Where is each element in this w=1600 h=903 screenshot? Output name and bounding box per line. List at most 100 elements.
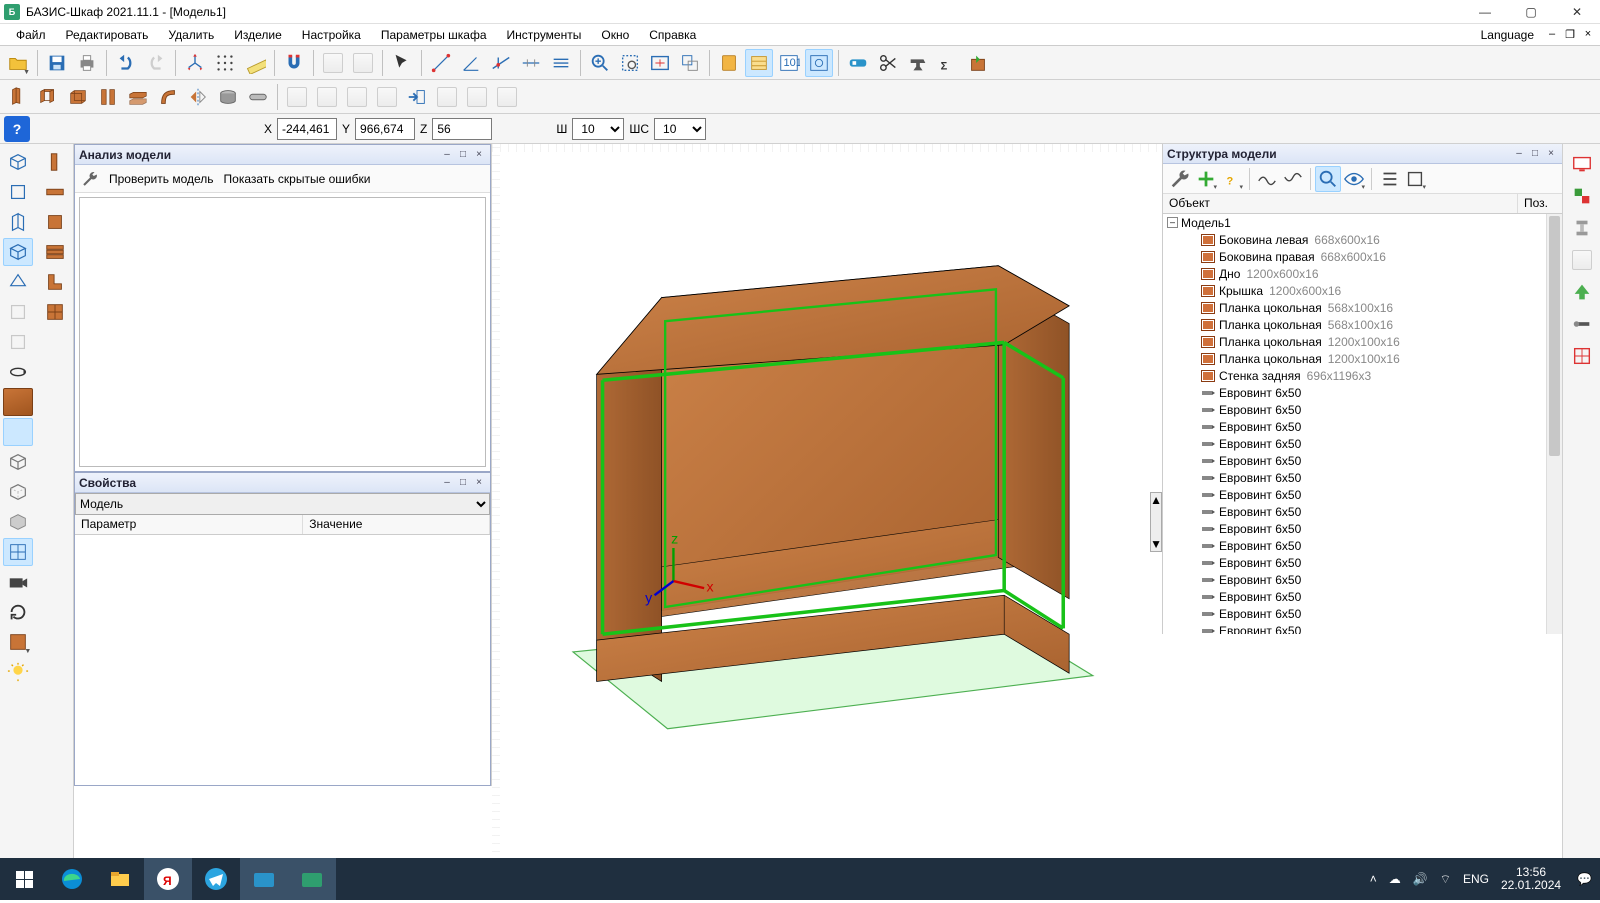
divide-tool-icon[interactable] (517, 49, 545, 77)
parallel-tool-icon[interactable] (547, 49, 575, 77)
props-selector[interactable]: Модель (75, 493, 490, 515)
tree-screw-row[interactable]: Евровинт 6x50 (1163, 401, 1562, 418)
task-yandex[interactable]: Я (144, 858, 192, 900)
open-button[interactable]: ▼ (4, 49, 32, 77)
tree-screw-row[interactable]: Евровинт 6x50 (1163, 503, 1562, 520)
tree-scrollbar[interactable] (1546, 214, 1562, 634)
panel-max-icon[interactable]: □ (456, 476, 470, 490)
tray-cloud-icon[interactable]: ☁ (1389, 872, 1401, 886)
print-button[interactable] (73, 49, 101, 77)
panel-side-icon[interactable] (4, 83, 32, 111)
panel-vertical-pair-icon[interactable] (94, 83, 122, 111)
panel-max-icon[interactable]: □ (1528, 147, 1542, 161)
viewport-3d[interactable]: z x y ▲▼ Модель1 (492, 144, 1162, 900)
scissors-icon[interactable] (874, 49, 902, 77)
tree-panel-row[interactable]: Боковина правая668х600х16 (1163, 248, 1562, 265)
cursor-select-icon[interactable] (388, 49, 416, 77)
panel-block-icon[interactable] (40, 208, 70, 236)
tree-screw-row[interactable]: Евровинт 6x50 (1163, 418, 1562, 435)
rs-squares-icon[interactable] (1567, 182, 1597, 210)
viewport-slider[interactable]: ▲▼ (1150, 492, 1162, 552)
camera-icon[interactable] (3, 568, 33, 596)
language-menu[interactable]: Language (1471, 26, 1544, 44)
tree-screw-row[interactable]: Евровинт 6x50 (1163, 571, 1562, 588)
tree-screw-row[interactable]: Евровинт 6x50 (1163, 469, 1562, 486)
tree-screw-row[interactable]: Евровинт 6x50 (1163, 588, 1562, 605)
tree-screw-row[interactable]: Евровинт 6x50 (1163, 622, 1562, 634)
view-persp-icon[interactable] (3, 268, 33, 296)
task-app-2[interactable] (288, 858, 336, 900)
panel-v-icon[interactable] (40, 148, 70, 176)
tree-screw-row[interactable]: Евровинт 6x50 (1163, 605, 1562, 622)
x-input[interactable] (277, 118, 337, 140)
help-button[interactable]: ? (4, 116, 30, 142)
undo-button[interactable] (112, 49, 140, 77)
struct-help-icon[interactable]: ?▾ (1219, 166, 1245, 192)
menu-справка[interactable]: Справка (639, 26, 706, 44)
panel-carcass-icon[interactable] (34, 83, 62, 111)
panel-min-icon[interactable]: – (440, 148, 454, 162)
line-tool-icon[interactable] (427, 49, 455, 77)
orbit-icon[interactable] (3, 358, 33, 386)
struct-tools-icon[interactable] (1167, 166, 1193, 192)
tray-lang[interactable]: ENG (1463, 872, 1489, 886)
show-hidden-link[interactable]: Показать скрытые ошибки (224, 172, 371, 186)
refresh-icon[interactable] (3, 598, 33, 626)
menu-изделие[interactable]: Изделие (224, 26, 292, 44)
tree-panel-row[interactable]: Планка цокольная568х100х16 (1163, 316, 1562, 333)
tree-screw-row[interactable]: Евровинт 6x50 (1163, 435, 1562, 452)
magnet-icon[interactable] (280, 49, 308, 77)
menu-удалить[interactable]: Удалить (158, 26, 224, 44)
tree-screw-row[interactable]: Евровинт 6x50 (1163, 452, 1562, 469)
angle-tool-icon[interactable] (457, 49, 485, 77)
menu-файл[interactable]: Файл (6, 26, 56, 44)
tree-panel-row[interactable]: Планка цокольная1200х100х16 (1163, 333, 1562, 350)
mdi-close-icon[interactable]: × (1580, 28, 1596, 41)
structure-tree[interactable]: –Модель1 Боковина левая668х600х16Боковин… (1163, 214, 1562, 634)
struct-list-icon[interactable] (1376, 166, 1402, 192)
wrench-icon[interactable] (81, 170, 99, 188)
tree-panel-row[interactable]: Планка цокольная1200х100х16 (1163, 350, 1562, 367)
menu-параметры шкафа[interactable]: Параметры шкафа (371, 26, 497, 44)
view-front-icon[interactable] (3, 178, 33, 206)
task-telegram[interactable] (192, 858, 240, 900)
tree-panel-row[interactable]: Стенка задняя696х1196х3 (1163, 367, 1562, 384)
code-view-icon[interactable]: 101 (775, 49, 803, 77)
panel-min-icon[interactable]: – (1512, 147, 1526, 161)
tree-panel-row[interactable]: Боковина левая668х600х16 (1163, 231, 1562, 248)
grid-toggle-icon[interactable] (3, 538, 33, 566)
tree-panel-row[interactable]: Крышка1200х600х16 (1163, 282, 1562, 299)
preview-toggle-icon[interactable] (805, 49, 833, 77)
y-input[interactable] (355, 118, 415, 140)
z-input[interactable] (432, 118, 492, 140)
panel-box-icon[interactable] (64, 83, 92, 111)
tree-panel-row[interactable]: Дно1200х600х16 (1163, 265, 1562, 282)
tree-screw-row[interactable]: Евровинт 6x50 (1163, 520, 1562, 537)
struct-eye-icon[interactable]: ▾ (1341, 166, 1367, 192)
grid-dots-icon[interactable] (211, 49, 239, 77)
menu-инструменты[interactable]: Инструменты (497, 26, 592, 44)
rs-hinge-icon[interactable] (1567, 214, 1597, 242)
render-texture-icon[interactable] (3, 418, 33, 446)
panel-shelf-icon[interactable] (124, 83, 152, 111)
rs-green-up-icon[interactable] (1567, 278, 1597, 306)
task-edge[interactable] (48, 858, 96, 900)
panel-close-icon[interactable]: × (472, 148, 486, 162)
menu-редактировать[interactable]: Редактировать (56, 26, 159, 44)
panel-grid-icon[interactable] (40, 298, 70, 326)
rs-monitor-icon[interactable] (1567, 150, 1597, 178)
light-icon[interactable] (3, 658, 33, 686)
panel-h-icon[interactable] (40, 178, 70, 206)
maximize-button[interactable]: ▢ (1508, 0, 1554, 24)
start-button[interactable] (0, 858, 48, 900)
rs-red-grid-icon[interactable] (1567, 342, 1597, 370)
zoom-fit-icon[interactable] (646, 49, 674, 77)
tree-screw-row[interactable]: Евровинт 6x50 (1163, 486, 1562, 503)
menu-настройка[interactable]: Настройка (292, 26, 371, 44)
tray-clock[interactable]: 13:5622.01.2024 (1501, 866, 1565, 892)
book-icon[interactable] (715, 49, 743, 77)
ws-select[interactable]: 10 (654, 118, 706, 140)
trim-tool-icon[interactable] (487, 49, 515, 77)
render-wire-icon[interactable] (3, 448, 33, 476)
panel-bent-icon[interactable] (154, 83, 182, 111)
